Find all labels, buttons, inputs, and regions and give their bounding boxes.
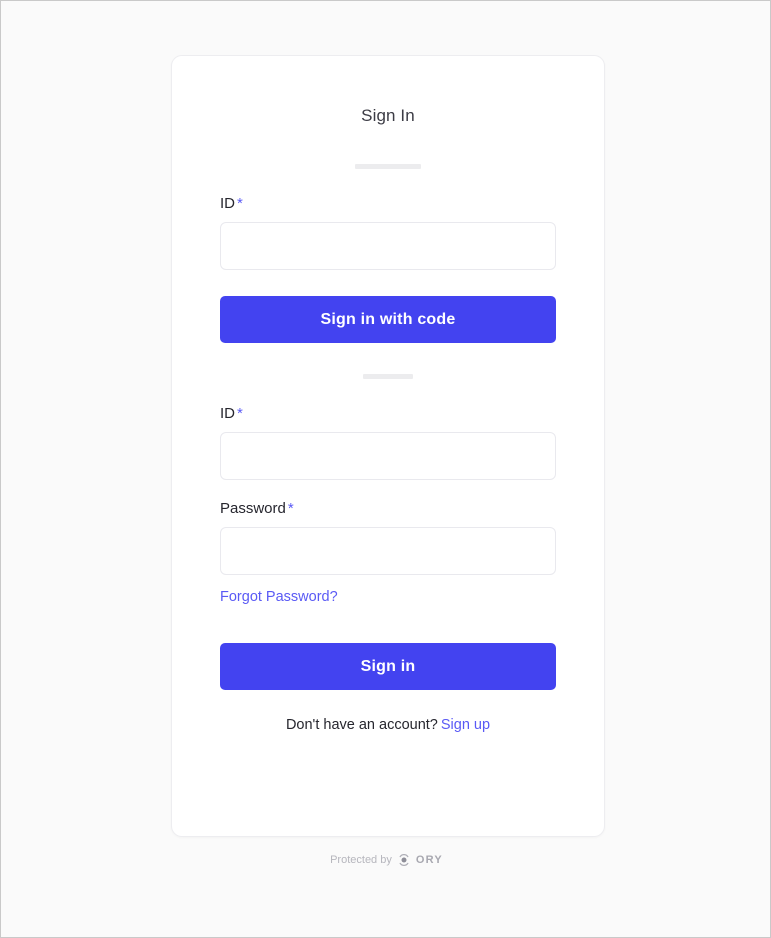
code-id-required-asterisk: * <box>237 195 243 212</box>
code-id-input[interactable] <box>220 222 556 270</box>
password-field-group: Password * <box>220 500 556 575</box>
code-id-label-text: ID <box>220 195 235 212</box>
password-id-required-asterisk: * <box>237 405 243 422</box>
signup-prompt-text: Don't have an account? <box>285 717 438 733</box>
ory-circle-logo-icon <box>398 854 410 866</box>
protected-by-text: Protected by <box>330 854 392 866</box>
section-divider <box>363 374 413 379</box>
sign-up-link[interactable]: Sign up <box>441 717 490 733</box>
brand-footer: Protected by ORY <box>1 854 771 866</box>
password-id-label: ID * <box>220 405 556 423</box>
sign-in-button[interactable]: Sign in <box>220 643 556 690</box>
signup-prompt-row: Don't have an account? Sign up <box>220 717 556 733</box>
password-label-text: Password <box>220 500 286 517</box>
code-id-field-group: ID * <box>220 195 556 270</box>
ory-brand-wordmark: ORY <box>415 854 443 866</box>
browser-viewport: Sign In ID * Sign in with code ID * Passwo… <box>0 0 771 938</box>
section-divider-wrap <box>220 343 556 379</box>
sign-in-with-code-button[interactable]: Sign in with code <box>220 296 556 343</box>
title-divider-wrap <box>220 126 556 169</box>
password-id-label-text: ID <box>220 405 235 422</box>
code-id-label: ID * <box>220 195 556 213</box>
password-id-input[interactable] <box>220 432 556 480</box>
forgot-password-link[interactable]: Forgot Password? <box>220 589 338 605</box>
page-title: Sign In <box>361 106 415 125</box>
password-input[interactable] <box>220 527 556 575</box>
sign-in-card: Sign In ID * Sign in with code ID * Passwo… <box>171 55 605 837</box>
password-label: Password * <box>220 500 556 518</box>
password-required-asterisk: * <box>287 500 294 517</box>
title-divider <box>355 164 421 169</box>
password-id-field-group: ID * <box>220 405 556 480</box>
